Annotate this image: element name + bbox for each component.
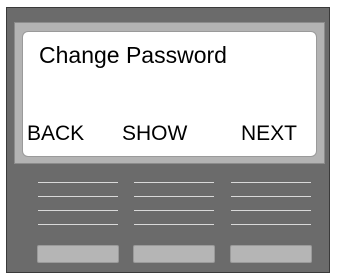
next-hardware-button[interactable] (230, 245, 312, 263)
divider-line (38, 224, 118, 225)
divider-line (231, 182, 311, 183)
display-screen: Change Password BACK SHOW NEXT (22, 31, 317, 157)
divider-line (134, 182, 214, 183)
divider-line (231, 210, 311, 211)
divider-line (231, 196, 311, 197)
back-softkey[interactable]: BACK (27, 123, 84, 144)
divider-line (134, 210, 214, 211)
show-hardware-button[interactable] (133, 245, 215, 263)
key-line-group-right (231, 176, 311, 238)
divider-line (38, 196, 118, 197)
divider-line (134, 224, 214, 225)
divider-line (38, 210, 118, 211)
divider-line (134, 196, 214, 197)
show-softkey[interactable]: SHOW (122, 123, 187, 144)
key-line-group-middle (134, 176, 214, 238)
divider-line (38, 182, 118, 183)
divider-line (231, 224, 311, 225)
next-softkey[interactable]: NEXT (241, 123, 297, 144)
screen-title: Change Password (39, 42, 227, 68)
back-hardware-button[interactable] (37, 245, 119, 263)
key-line-group-left (38, 176, 118, 238)
